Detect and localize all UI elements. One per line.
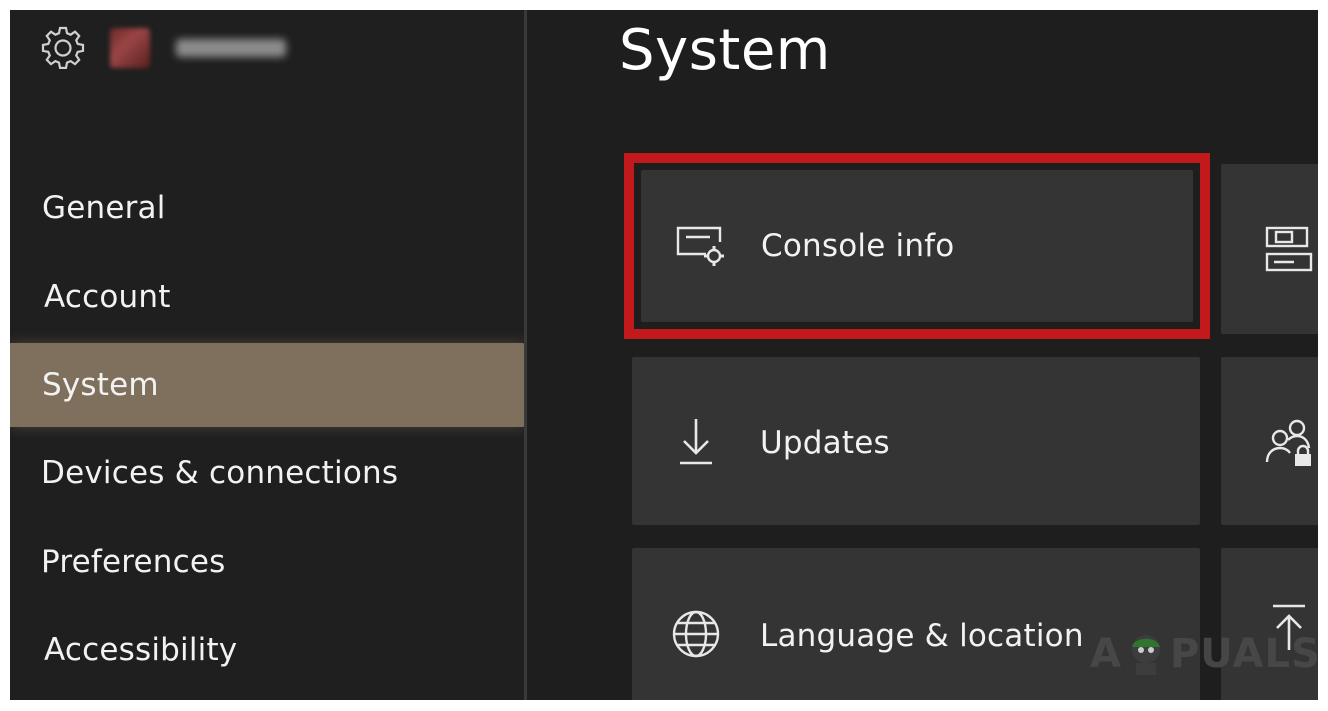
- profile-header: [38, 26, 286, 70]
- watermark-mascot-icon: [1126, 631, 1166, 677]
- gear-icon[interactable]: [38, 23, 88, 73]
- updates-tile[interactable]: Updates: [632, 357, 1200, 525]
- avatar[interactable]: [110, 28, 150, 68]
- xbox-settings-screen: General Account System Devices & connect…: [10, 10, 1318, 700]
- storage-devices-icon: [1261, 222, 1317, 278]
- gamertag-blurred: [176, 39, 286, 57]
- sidebar-item-devices-connections[interactable]: Devices & connections: [41, 455, 398, 491]
- globe-icon: [668, 606, 724, 662]
- language-location-label: Language & location: [760, 618, 1084, 654]
- page-title: System: [619, 18, 831, 83]
- system-settings-panel: System Console info Updates Language & l…: [527, 10, 1318, 700]
- sidebar-item-system[interactable]: System: [42, 367, 159, 403]
- watermark-logo: A PUALS: [1090, 624, 1318, 684]
- sidebar-item-accessibility[interactable]: Accessibility: [44, 632, 237, 668]
- watermark-text-right: PUALS: [1169, 631, 1318, 677]
- console-info-highlight-box: [624, 153, 1210, 339]
- family-settings-tile[interactable]: [1221, 357, 1318, 525]
- sidebar-item-general[interactable]: General: [42, 190, 166, 226]
- sidebar-item-preferences[interactable]: Preferences: [41, 544, 226, 580]
- sidebar-item-account[interactable]: Account: [44, 279, 171, 315]
- storage-devices-tile[interactable]: [1221, 164, 1318, 334]
- users-lock-icon: [1261, 415, 1317, 471]
- download-arrow-icon: [668, 413, 724, 469]
- settings-sidebar: General Account System Devices & connect…: [10, 10, 526, 700]
- updates-label: Updates: [760, 425, 890, 461]
- watermark-text-left: A: [1090, 631, 1122, 677]
